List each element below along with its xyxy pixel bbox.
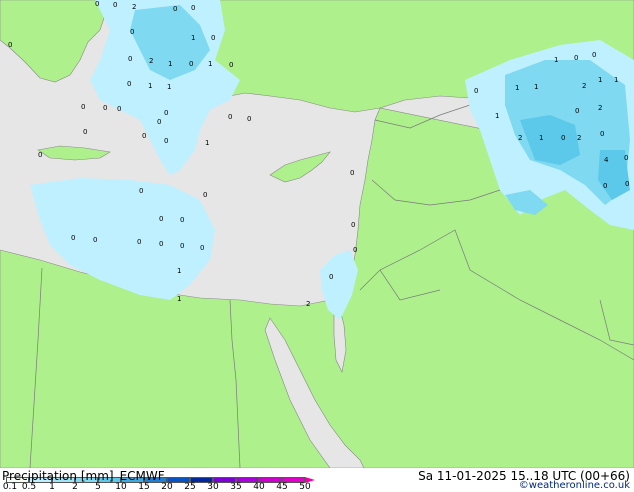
precip-value-label: 1 [554, 56, 558, 64]
precip-value-label: 4 [604, 156, 609, 164]
precip-value-label: 0 [157, 118, 161, 126]
precip-value-label: 0 [8, 41, 12, 49]
precip-value-label: 0 [350, 169, 354, 177]
precip-value-label: 1 [208, 60, 212, 68]
precip-value-label: 0 [561, 134, 565, 142]
precip-value-label: 1 [177, 295, 181, 303]
colorbar-tick-label: 1 [49, 482, 55, 492]
colorbar-tick-label: 20 [161, 482, 173, 492]
colorbar-tick-label: 30 [207, 482, 219, 492]
precip-value-label: 1 [148, 82, 152, 90]
precip-value-label: 0 [603, 182, 607, 190]
precip-value-label: 0 [329, 273, 333, 281]
precip-value-label: 0 [203, 191, 207, 199]
precip-value-label: 0 [38, 151, 42, 159]
colorbar-tick-label: 10 [115, 482, 127, 492]
precip-value-label: 2 [132, 3, 136, 11]
precip-value-label: 2 [306, 300, 310, 308]
precip-value-label: 2 [577, 134, 581, 142]
precip-value-label: 0 [113, 1, 117, 9]
precip-value-label: 1 [167, 83, 171, 91]
colorbar-tick-label: 15 [138, 482, 150, 492]
model-name: ECMWF [119, 469, 165, 483]
precip-value-label: 2 [518, 134, 522, 142]
colorbar-tick-label: 25 [184, 482, 196, 492]
precip-value-label: 0 [142, 132, 146, 140]
precip-value-label: 0 [474, 87, 478, 95]
precip-value-label: 2 [598, 104, 602, 112]
precip-value-label: 0 [164, 109, 168, 117]
precip-value-label: 2 [149, 57, 153, 65]
precip-value-label: 1 [598, 76, 602, 84]
precip-value-label: 0 [173, 5, 177, 13]
colorbar-tick-label: 2 [72, 482, 78, 492]
footer: 0.1 0.5 1 2 5 10 15 20 25 30 35 40 45 50 Precipitatio… [0, 468, 634, 492]
precip-value-label: 1 [614, 76, 618, 84]
credit-link[interactable]: ©weatheronline.co.uk [519, 480, 630, 491]
precip-value-label: 0 [159, 215, 163, 223]
precip-value-label: 0 [189, 60, 193, 68]
precipitation-map: 0 0 2 0 0001 00 2 1 0 1 00 1 1 00 0 0 0 0 000 00 1000 00 00 0 0 0… [0, 0, 634, 468]
precip-value-label: 0 [592, 51, 596, 59]
precip-value-label: 1 [495, 112, 499, 120]
precip-value-label: 1 [168, 60, 172, 68]
colorbar-tick-label: 40 [253, 482, 265, 492]
precip-value-label: 0 [228, 113, 232, 121]
precip-value-label: 0 [180, 242, 184, 250]
precip-value-label: 0 [180, 216, 184, 224]
precip-value-label: 0 [575, 107, 579, 115]
precip-value-label: 0 [93, 236, 97, 244]
precip-value-label: 0 [71, 234, 75, 242]
precip-value-label: 1 [177, 267, 181, 275]
precip-value-label: 0 [164, 137, 168, 145]
precip-value-label: 0 [574, 54, 578, 62]
precip-value-label: 0 [625, 180, 629, 188]
precip-value-label: 0 [624, 154, 628, 162]
precip-value-label: 0 [139, 187, 143, 195]
precip-value-label: 1 [534, 83, 538, 91]
precip-value-label: 0 [117, 105, 121, 113]
precip-value-label: 0 [159, 240, 163, 248]
precip-value-label: 0 [128, 55, 132, 63]
precip-value-label: 0 [83, 128, 87, 136]
colorbar-tick-label: 0.1 [2, 482, 18, 492]
colorbar-tick-label: 5 [95, 482, 101, 492]
precip-value-label: 0 [351, 221, 355, 229]
precip-value-label: 1 [539, 134, 543, 142]
precip-value-label: 1 [205, 139, 209, 147]
precip-value-label: 1 [191, 34, 195, 42]
colorbar-tick-label: 45 [276, 482, 288, 492]
precip-value-label: 0 [200, 244, 204, 252]
precip-value-label: 0 [191, 4, 195, 12]
colorbar-tick-label: 35 [230, 482, 242, 492]
precip-value-label: 0 [130, 28, 134, 36]
precip-value-label: 0 [95, 0, 99, 8]
precip-value-label: 0 [229, 61, 233, 69]
precip-value-label: 0 [211, 34, 215, 42]
precip-value-label: 0 [247, 115, 251, 123]
precip-value-label: 0 [81, 103, 85, 111]
colorbar-tick-label: 50 [299, 482, 311, 492]
precip-value-label: 0 [127, 80, 131, 88]
precip-value-label: 0 [353, 246, 357, 254]
precip-value-label: 1 [515, 84, 519, 92]
precip-value-label: 0 [600, 130, 604, 138]
precip-value-label: 0 [103, 104, 107, 112]
colorbar-tick-label: 0.5 [21, 482, 37, 492]
title-text: Precipitation [mm] [2, 469, 114, 483]
precip-value-label: 2 [582, 82, 586, 90]
map-title: Precipitation [mm] ECMWF [2, 469, 165, 483]
precip-value-label: 0 [137, 238, 141, 246]
